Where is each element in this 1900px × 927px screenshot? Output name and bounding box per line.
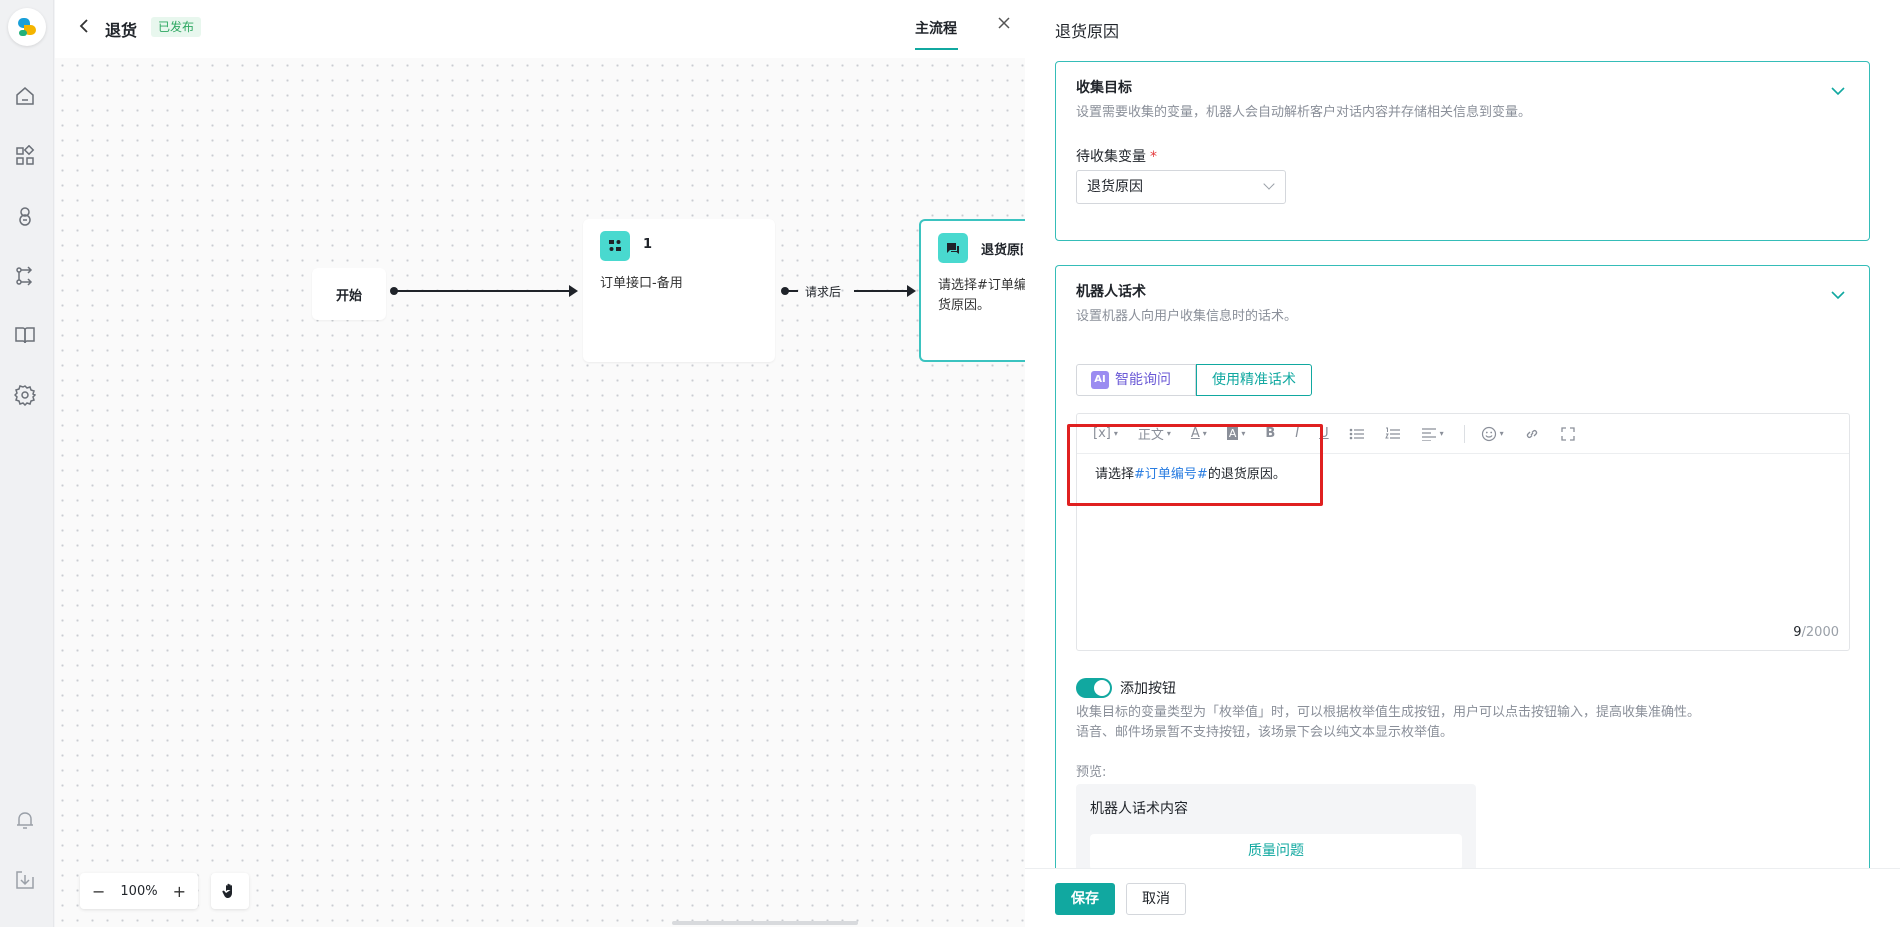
tab-smart-ask-label: 智能询问: [1115, 372, 1171, 388]
robot-icon[interactable]: [13, 204, 37, 228]
edge-start-to-api: [390, 285, 578, 297]
chevron-left-icon[interactable]: [77, 17, 91, 40]
add-button-toggle[interactable]: [1076, 678, 1112, 698]
caret-down-icon: ▾: [1499, 429, 1504, 438]
add-button-desc-line2: 语音、邮件场景暂不支持按钮，该场景下会以纯文本显示枚举值。: [1076, 725, 1454, 740]
canvas-scrollbar[interactable]: [672, 921, 858, 925]
zoom-out-button[interactable]: −: [92, 882, 105, 901]
bell-icon[interactable]: [13, 808, 37, 832]
tab-precise-script[interactable]: 使用精准话术: [1196, 364, 1312, 396]
status-badge: 已发布: [151, 17, 202, 37]
api-node-title: 1: [643, 237, 653, 252]
download-icon[interactable]: [13, 868, 37, 892]
ai-icon: AI: [1091, 371, 1109, 389]
panel-title: 退货原因: [1055, 22, 1120, 41]
flow-header: 退货 已发布 主流程: [55, 0, 1025, 58]
flow-title: 退货: [105, 21, 138, 40]
zoom-control: − 100% +: [80, 873, 198, 909]
pan-hand-icon[interactable]: [211, 873, 249, 909]
chevron-down-icon: [1263, 178, 1275, 190]
add-button-label: 添加按钮: [1120, 681, 1176, 697]
var-select[interactable]: 退货原因: [1076, 170, 1286, 204]
edge-api-to-collect: [781, 285, 916, 297]
add-button-desc-line1: 收集目标的变量类型为「枚举值」时，可以根据枚举值生成按钮，用户可以点击按钮输入，…: [1076, 705, 1701, 720]
flow-icon[interactable]: [13, 264, 37, 288]
apps-icon[interactable]: [13, 144, 37, 168]
edge-label: 请求后: [805, 283, 842, 300]
collect-node-title: 退货原因: [981, 243, 1023, 258]
robot-script-title: 机器人话术: [1076, 284, 1146, 300]
left-rail: [0, 0, 54, 927]
char-count: 9: [1793, 625, 1802, 640]
fullscreen-icon[interactable]: [1560, 426, 1576, 442]
collect-node-body-line1: 请选择#订单编: [938, 278, 1027, 293]
add-button-row: 添加按钮: [1076, 678, 1176, 698]
var-label-text: 待收集变量: [1076, 149, 1146, 165]
required-mark: *: [1150, 149, 1157, 165]
api-node[interactable]: 1 订单接口-备用: [583, 219, 775, 362]
chevron-down-icon[interactable]: [1831, 84, 1845, 96]
home-icon[interactable]: [13, 84, 37, 108]
panel-footer: 保存 取消: [1025, 868, 1900, 927]
api-node-body: 订单接口-备用: [600, 276, 683, 291]
collect-goal-card: 收集目标 设置需要收集的变量，机器人会自动解析客户对话内容并存储相关信息到变量。…: [1055, 61, 1870, 241]
numbered-list-icon[interactable]: [1384, 427, 1401, 441]
collect-node-body: 请选择#订单编 货原因。: [938, 276, 1027, 316]
tab-smart-ask[interactable]: AI 智能询问: [1076, 364, 1196, 396]
preview-text: 机器人话术内容: [1090, 801, 1188, 817]
close-icon[interactable]: [997, 14, 1011, 35]
cancel-button[interactable]: 取消: [1126, 883, 1186, 915]
char-counter: 9/2000: [1793, 625, 1839, 640]
var-select-value: 退货原因: [1087, 179, 1143, 195]
collect-node[interactable]: 退货原因 请选择#订单编 货原因。: [919, 219, 1027, 362]
chevron-down-icon[interactable]: [1831, 288, 1845, 300]
api-node-icon: [600, 231, 630, 261]
collect-goal-title: 收集目标: [1076, 80, 1132, 96]
toolbar-divider: [1463, 424, 1465, 443]
book-icon[interactable]: [13, 323, 37, 347]
collect-goal-desc: 设置需要收集的变量，机器人会自动解析客户对话内容并存储相关信息到变量。: [1076, 105, 1532, 120]
flow-canvas[interactable]: [55, 58, 1025, 927]
add-button-desc: 收集目标的变量类型为「枚举值」时，可以根据枚举值生成按钮，用户可以点击按钮输入，…: [1076, 703, 1700, 743]
robot-script-card: 机器人话术 设置机器人向用户收集信息时的话术。 AI 智能询问 使用精准话术 […: [1055, 265, 1870, 886]
gear-icon[interactable]: [13, 383, 37, 407]
app-logo[interactable]: [8, 8, 46, 46]
var-label: 待收集变量 *: [1076, 146, 1157, 166]
link-icon[interactable]: [1524, 426, 1540, 442]
tab-underline: [915, 48, 958, 50]
collect-node-body-line2: 货原因。: [938, 298, 991, 313]
zoom-level: 100%: [120, 883, 158, 899]
tab-main-flow[interactable]: 主流程: [915, 18, 957, 38]
highlight-annotation: [1067, 424, 1323, 506]
align-icon[interactable]: ▾: [1421, 427, 1444, 441]
emoji-icon[interactable]: ▾: [1481, 426, 1504, 442]
robot-script-desc: 设置机器人向用户收集信息时的话术。: [1076, 309, 1298, 324]
caret-down-icon: ▾: [1439, 429, 1444, 438]
script-mode-tabs: AI 智能询问 使用精准话术: [1076, 364, 1312, 396]
start-node[interactable]: 开始: [312, 268, 386, 320]
chat-icon: [938, 233, 968, 263]
preview-label: 预览:: [1076, 765, 1107, 780]
zoom-in-button[interactable]: +: [173, 882, 186, 901]
char-max: /2000: [1801, 625, 1839, 640]
preview-option-button[interactable]: 质量问题: [1090, 834, 1462, 870]
bullet-list-icon[interactable]: [1349, 427, 1365, 441]
save-button[interactable]: 保存: [1055, 883, 1115, 915]
